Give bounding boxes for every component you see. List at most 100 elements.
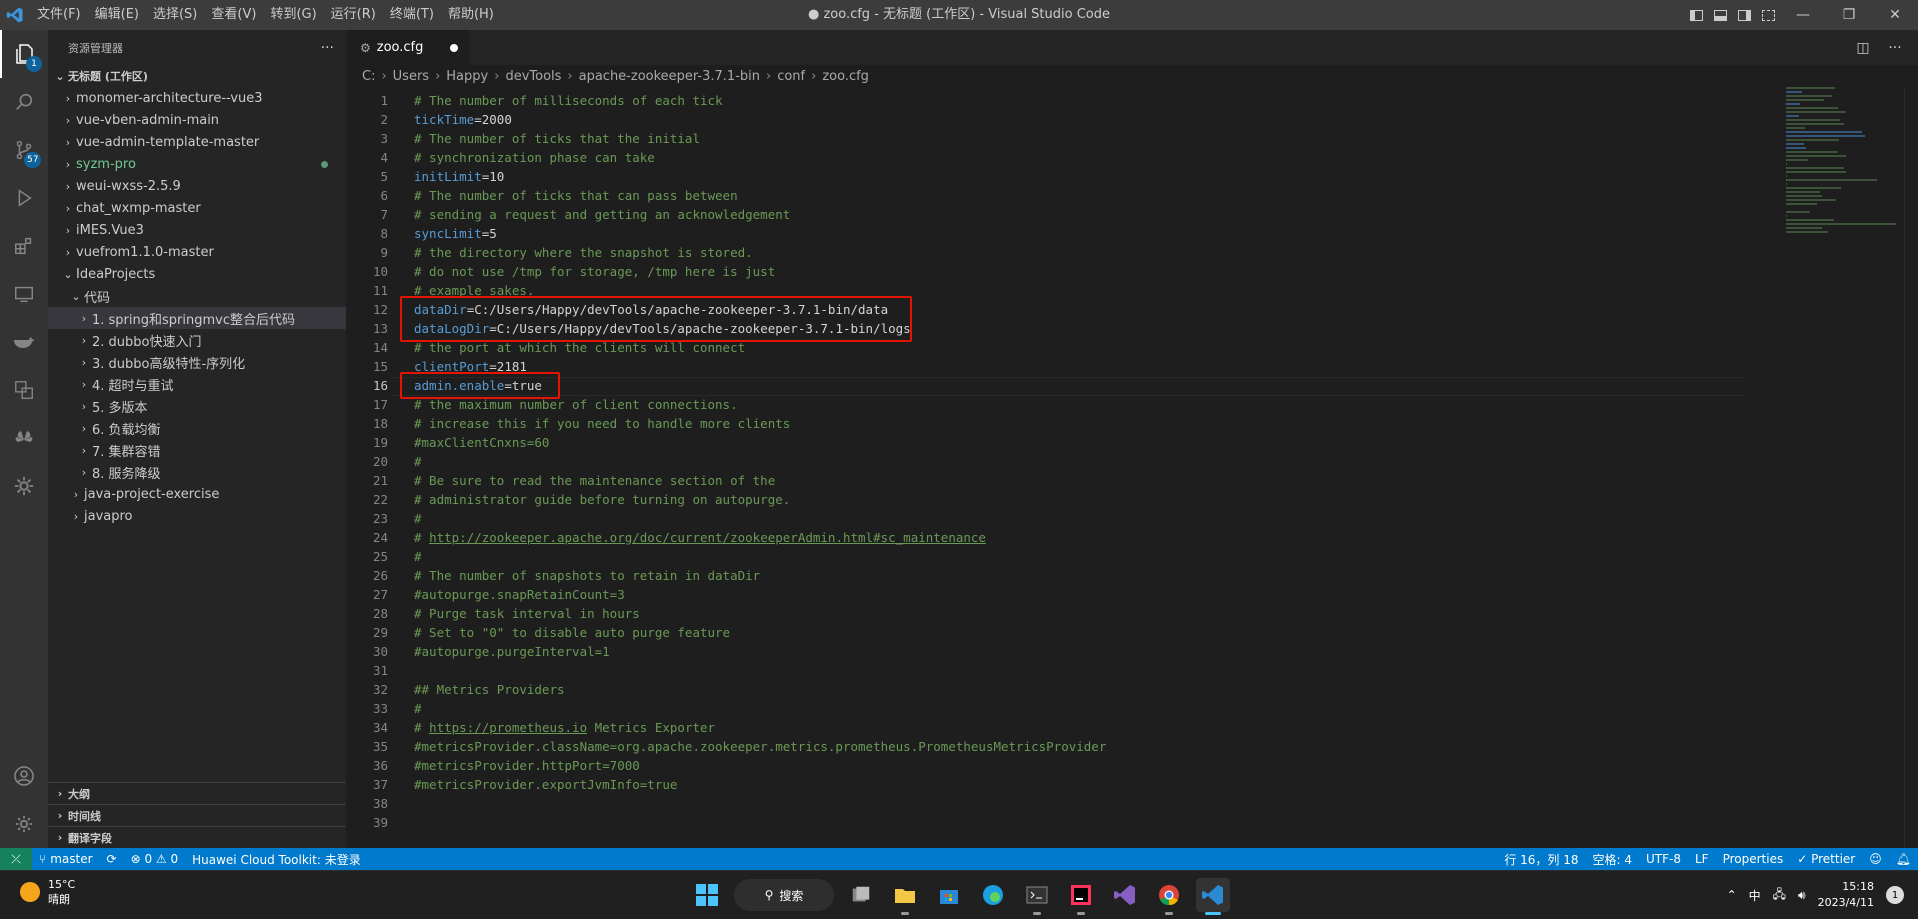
code-line[interactable]: # The number of ticks that can pass betw… <box>414 188 738 203</box>
comment-link[interactable]: http://zookeeper.apache.org/doc/current/… <box>429 530 986 545</box>
sync-icon[interactable]: ⟳ <box>100 852 124 866</box>
toggle-panel-icon[interactable] <box>1708 0 1732 30</box>
code-line[interactable]: # http://zookeeper.apache.org/doc/curren… <box>414 530 986 545</box>
close-button[interactable]: ✕ <box>1872 0 1918 30</box>
task-view-icon[interactable] <box>844 878 878 912</box>
code-line[interactable]: # administrator guide before turning on … <box>414 492 790 507</box>
menu-item[interactable]: 终端(T) <box>383 0 441 30</box>
menu-item[interactable]: 选择(S) <box>146 0 204 30</box>
code-line[interactable]: initLimit=10 <box>414 169 504 184</box>
breadcrumb-item[interactable]: apache-zookeeper-3.7.1-bin <box>579 69 760 84</box>
ime-indicator[interactable]: 中 <box>1749 887 1761 904</box>
tree-item[interactable]: › vue-admin-template-master <box>48 131 346 153</box>
menu-item[interactable]: 运行(R) <box>324 0 383 30</box>
tree-item[interactable]: › weui-wxss-2.5.9 <box>48 175 346 197</box>
branch-indicator[interactable]: ⑂ master <box>32 852 100 866</box>
taskbar-search[interactable]: ⚲ 搜索 <box>734 879 834 911</box>
code-line[interactable]: # the port at which the clients will con… <box>414 340 745 355</box>
unsaved-dot-icon[interactable] <box>450 43 458 52</box>
extensions-icon[interactable] <box>0 222 48 270</box>
vscode-logo-icon[interactable] <box>0 0 30 30</box>
split-editor-icon[interactable]: ◫ <box>1848 30 1878 65</box>
tree-item[interactable]: › 5. 多版本 <box>48 395 346 417</box>
volume-icon[interactable]: 🔊︎ <box>1798 888 1806 903</box>
tree-item[interactable]: › 1. spring和springmvc整合后代码 <box>48 307 346 329</box>
remote-indicator-icon[interactable]: ⤫ <box>0 848 32 870</box>
minimap[interactable] <box>1786 87 1904 233</box>
tree-item[interactable]: › syzm-pro <box>48 153 346 175</box>
run-debug-icon[interactable] <box>0 174 48 222</box>
problems-indicator[interactable]: ⊗ 0 ⚠ 0 <box>124 852 186 866</box>
tree-item[interactable]: › java-project-exercise <box>48 483 346 505</box>
prettier-status[interactable]: ✓ Prettier <box>1790 852 1862 866</box>
notifications-bell-icon[interactable]: 🔔︎ <box>1889 852 1918 866</box>
chevron-up-icon[interactable]: ⌃ <box>1727 888 1737 902</box>
code-line[interactable]: #autopurge.snapRetainCount=3 <box>414 587 625 602</box>
breadcrumb-item[interactable]: zoo.cfg <box>822 69 869 84</box>
sidebar-section[interactable]: › 时间线 <box>48 804 346 826</box>
huawei-toolkit-status[interactable]: Huawei Cloud Toolkit: 未登录 <box>185 851 368 868</box>
tree-item[interactable]: › monomer-architecture--vue3 <box>48 87 346 109</box>
edge-browser-icon[interactable] <box>976 878 1010 912</box>
code-line[interactable]: #metricsProvider.exportJvmInfo=true <box>414 777 677 792</box>
customize-layout-icon[interactable] <box>1756 0 1780 30</box>
code-line[interactable]: syncLimit=5 <box>414 226 497 241</box>
code-line[interactable]: # the directory where the snapshot is st… <box>414 245 753 260</box>
start-button[interactable] <box>690 878 724 912</box>
microsoft-store-icon[interactable] <box>932 878 966 912</box>
code-line[interactable]: # do not use /tmp for storage, /tmp here… <box>414 264 775 279</box>
breadcrumb-item[interactable]: Happy <box>446 69 488 84</box>
code-line[interactable]: # sending a request and getting an ackno… <box>414 207 790 222</box>
sidebar-section[interactable]: › 大纲 <box>48 782 346 804</box>
tab-zoo-cfg[interactable]: ⚙ zoo.cfg <box>346 30 470 65</box>
translate-icon[interactable] <box>0 366 48 414</box>
restore-button[interactable]: ❐ <box>1826 0 1872 30</box>
tree-item[interactable]: ⌄ 代码 <box>48 285 346 307</box>
breadcrumb-item[interactable]: devTools <box>505 69 561 84</box>
cursor-position[interactable]: 行 16，列 18 <box>1497 851 1585 868</box>
tree-item[interactable]: › 2. dubbo快速入门 <box>48 329 346 351</box>
sidebar-section[interactable]: › 翻译字段 <box>48 826 346 848</box>
code-line[interactable]: # the maximum number of client connectio… <box>414 397 738 412</box>
comment-link[interactable]: https://prometheus.io <box>429 720 587 735</box>
end-of-line[interactable]: LF <box>1688 852 1716 866</box>
weather-widget[interactable]: 15°C 晴朗 <box>20 877 75 907</box>
more-actions-icon[interactable]: ··· <box>1880 30 1910 65</box>
code-line[interactable]: #autopurge.purgeInterval=1 <box>414 644 610 659</box>
feedback-icon[interactable]: ☺ <box>1862 852 1889 866</box>
tree-item[interactable]: › 3. dubbo高级特性-序列化 <box>48 351 346 373</box>
workspace-root[interactable]: ⌄ 无标题 (工作区) <box>48 65 346 87</box>
search-icon[interactable] <box>0 78 48 126</box>
remote-explorer-icon[interactable] <box>0 270 48 318</box>
chrome-icon[interactable] <box>1152 878 1186 915</box>
tree-item[interactable]: › vuefrom1.1.0-master <box>48 241 346 263</box>
vscode-taskbar-icon[interactable] <box>1196 878 1230 915</box>
code-line[interactable]: # synchronization phase can take <box>414 150 655 165</box>
code-line[interactable]: # increase this if you need to handle mo… <box>414 416 790 431</box>
minimize-button[interactable]: — <box>1780 0 1826 30</box>
code-line[interactable]: # <box>414 701 422 716</box>
accounts-icon[interactable] <box>0 752 48 800</box>
tree-item[interactable]: › chat_wxmp-master <box>48 197 346 219</box>
code-line[interactable]: #metricsProvider.httpPort=7000 <box>414 758 640 773</box>
code-line[interactable]: # <box>414 511 422 526</box>
tree-item[interactable]: › 6. 负载均衡 <box>48 417 346 439</box>
code-line[interactable]: # Set to "0" to disable auto purge featu… <box>414 625 730 640</box>
tree-item[interactable]: › 4. 超时与重试 <box>48 373 346 395</box>
code-line[interactable]: ## Metrics Providers <box>414 682 565 697</box>
code-line[interactable]: # <box>414 549 422 564</box>
tree-item[interactable]: ⌄ IdeaProjects <box>48 263 346 285</box>
settings-sync-icon[interactable] <box>0 462 48 510</box>
explorer-icon[interactable]: 1 <box>0 30 48 78</box>
code-line[interactable]: # The number of milliseconds of each tic… <box>414 93 723 108</box>
tree-item[interactable]: › 7. 集群容错 <box>48 439 346 461</box>
code-line[interactable]: #maxClientCnxns=60 <box>414 435 549 450</box>
terminal-icon[interactable] <box>1020 878 1054 915</box>
menu-item[interactable]: 查看(V) <box>204 0 263 30</box>
toggle-secondary-sidebar-icon[interactable] <box>1732 0 1756 30</box>
code-line[interactable]: # Purge task interval in hours <box>414 606 640 621</box>
vertical-scrollbar[interactable] <box>1904 87 1918 847</box>
breadcrumb-item[interactable]: C: <box>362 69 375 84</box>
source-control-icon[interactable]: 57 <box>0 126 48 174</box>
notification-count[interactable]: 1 <box>1886 886 1904 904</box>
